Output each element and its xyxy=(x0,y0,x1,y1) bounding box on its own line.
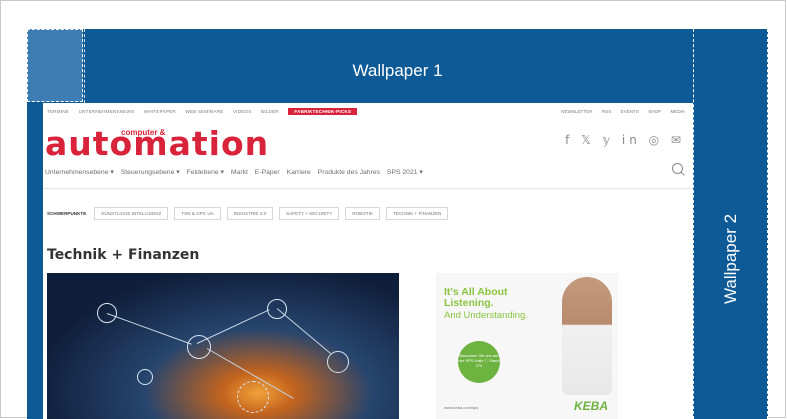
ad-badge: Besuchen Sie uns auf der SPS Halle 7, St… xyxy=(458,341,500,383)
main-nav: Unternehmensebene ▾ Steuerungsebene ▾ Fe… xyxy=(45,168,428,176)
site-logo[interactable]: automation xyxy=(45,127,269,160)
top-nav-item[interactable]: VIDEOS xyxy=(233,109,252,114)
page-heading: Technik + Finanzen xyxy=(47,247,200,263)
network-node xyxy=(327,351,349,373)
ad-brand-logo: KEBA xyxy=(573,399,608,413)
top-nav-item[interactable]: BILDER xyxy=(261,109,279,114)
wallpaper-1-label: Wallpaper 1 xyxy=(352,61,443,80)
main-nav-item[interactable]: Produkte des Jahres xyxy=(318,169,380,176)
topic-chip[interactable]: ROBOTIK xyxy=(345,207,381,220)
chips-label: SCHWERPUNKTE xyxy=(47,211,87,216)
wallpaper-1-area[interactable]: Wallpaper 1 xyxy=(27,29,768,103)
top-nav-right-item[interactable]: EVENTS xyxy=(621,109,639,114)
ad-line-3: And Understanding. xyxy=(444,310,528,321)
main-nav-item[interactable]: E-Paper xyxy=(255,169,280,176)
social-icons[interactable]: f 𝕏 𝕪 in ◎ ✉ xyxy=(565,133,685,147)
top-nav-item[interactable]: TERMINE xyxy=(47,109,69,114)
topic-chip[interactable]: TSN & OPC UA xyxy=(174,207,221,220)
network-line xyxy=(106,313,192,345)
main-nav-item[interactable]: Feldebene ▾ xyxy=(187,169,224,176)
top-nav-highlight[interactable]: FABRIKTECHNIK-PICKS xyxy=(288,108,358,115)
topic-chip[interactable]: INDUSTRIE 4.0 xyxy=(226,207,274,220)
wallpaper-2-area[interactable]: Wallpaper 2 xyxy=(693,29,768,419)
ad-url: www.keba.com/sps xyxy=(444,405,479,410)
main-nav-item[interactable]: SPS 2021 ▾ xyxy=(387,169,423,176)
top-nav-right-item[interactable]: SHOP xyxy=(648,109,661,114)
wallpaper-divider xyxy=(84,29,85,103)
top-nav-item[interactable]: UNTERNEHMENSNEWS xyxy=(79,109,135,114)
top-nav-right-item[interactable]: RSS xyxy=(602,109,611,114)
network-node xyxy=(137,369,153,385)
advertisement-keba[interactable]: It's All About Listening. And Understand… xyxy=(436,273,618,419)
network-node xyxy=(187,335,211,359)
network-node xyxy=(97,303,117,323)
search-icon[interactable] xyxy=(672,163,683,174)
top-nav-item[interactable]: WHITEPAPER xyxy=(144,109,176,114)
hero-image[interactable] xyxy=(47,273,399,419)
top-nav-right: NEWSLETTER RSS EVENTS SHOP MEDIA xyxy=(553,109,685,114)
gear-shape xyxy=(237,381,269,413)
main-nav-item[interactable]: Unternehmensebene ▾ xyxy=(45,169,114,176)
ad-line-2: Listening. xyxy=(444,297,494,310)
nav-divider xyxy=(43,188,693,189)
topic-chip[interactable]: TECHNIK + FINANZEN xyxy=(386,207,449,220)
top-nav: TERMINE UNTERNEHMENSNEWS WHITEPAPER WEB … xyxy=(47,108,365,119)
top-nav-right-item[interactable]: MEDIA xyxy=(670,109,685,114)
ad-headline: It's All About Listening. xyxy=(444,286,508,310)
main-nav-item[interactable]: Karriere xyxy=(287,169,311,176)
main-nav-item[interactable]: Markt xyxy=(231,169,248,176)
topic-chips: SCHWERPUNKTE KÜNSTLICHE INTELLIGENZ TSN … xyxy=(47,207,454,220)
topic-chip[interactable]: KÜNSTLICHE INTELLIGENZ xyxy=(94,207,169,220)
wallpaper-left-band xyxy=(27,103,43,419)
top-nav-right-item[interactable]: NEWSLETTER xyxy=(561,109,592,114)
wallpaper-corner-box xyxy=(27,29,83,102)
topic-chip[interactable]: SAFETY + SECURITY xyxy=(279,207,340,220)
main-nav-item[interactable]: Steuerungsebene ▾ xyxy=(121,169,180,176)
wallpaper-2-label: Wallpaper 2 xyxy=(721,213,740,305)
website-preview: TERMINE UNTERNEHMENSNEWS WHITEPAPER WEB … xyxy=(43,103,693,419)
screenshot-frame: Wallpaper 1 Wallpaper 2 TERMINE UNTERNEH… xyxy=(0,0,786,419)
top-nav-item[interactable]: WEB SEMINARE xyxy=(185,109,223,114)
ad-person-image xyxy=(562,277,612,395)
network-node xyxy=(267,299,287,319)
